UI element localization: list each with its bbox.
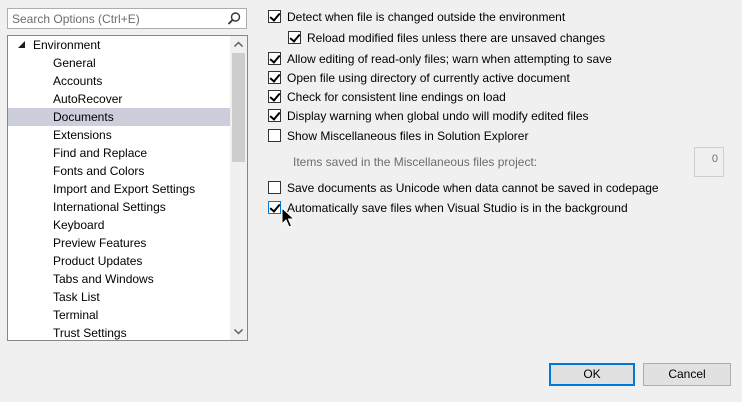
tree-item-label: Terminal <box>53 308 99 322</box>
tree-item-environment[interactable]: Environment <box>8 36 230 54</box>
tree-item-keyboard[interactable]: Keyboard <box>8 216 230 234</box>
tree-item-fonts-and-colors[interactable]: Fonts and Colors <box>8 162 230 180</box>
tree-item-documents[interactable]: Documents <box>8 108 230 126</box>
scroll-up-icon[interactable] <box>230 36 247 53</box>
tree-item-trust-settings[interactable]: Trust Settings <box>8 324 230 340</box>
option-label: Reload modified files unless there are u… <box>307 31 606 45</box>
tree-item-label: Environment <box>33 38 101 52</box>
tree-item-label: AutoRecover <box>53 92 123 106</box>
tree-item-label: Documents <box>53 110 114 124</box>
tree-item-find-and-replace[interactable]: Find and Replace <box>8 144 230 162</box>
tree-item-label: Trust Settings <box>53 326 127 340</box>
search-box[interactable] <box>7 8 247 29</box>
expanded-triangle-icon[interactable] <box>16 36 28 54</box>
tree-item-autorecover[interactable]: AutoRecover <box>8 90 230 108</box>
tree-item-accounts[interactable]: Accounts <box>8 72 230 90</box>
checkbox[interactable] <box>268 129 281 142</box>
tree-scrollbar[interactable] <box>230 36 247 340</box>
checkbox[interactable] <box>268 90 281 103</box>
tree-item-terminal[interactable]: Terminal <box>8 306 230 324</box>
options-tree[interactable]: Environment General Accounts AutoRecover… <box>7 35 248 341</box>
checkbox[interactable] <box>268 52 281 65</box>
option-label: Display warning when global undo will mo… <box>287 109 589 123</box>
tree-item-label: Extensions <box>53 128 112 142</box>
checkbox[interactable] <box>268 109 281 122</box>
tree-item-general[interactable]: General <box>8 54 230 72</box>
tree-item-task-list[interactable]: Task List <box>8 288 230 306</box>
misc-items-count-field: 0 <box>694 147 724 177</box>
option-label: Check for consistent line endings on loa… <box>287 90 506 104</box>
tree-item-extensions[interactable]: Extensions <box>8 126 230 144</box>
mouse-cursor-icon <box>281 206 296 229</box>
option-label: Open file using directory of currently a… <box>287 71 570 85</box>
tree-item-label: Import and Export Settings <box>53 182 196 196</box>
scroll-down-icon[interactable] <box>230 323 247 340</box>
tree-item-import-export-settings[interactable]: Import and Export Settings <box>8 180 230 198</box>
option-label: Automatically save files when Visual Stu… <box>287 201 628 215</box>
checkbox[interactable] <box>288 31 301 44</box>
tree-item-international-settings[interactable]: International Settings <box>8 198 230 216</box>
checkbox[interactable] <box>268 201 281 214</box>
tree-item-tabs-and-windows[interactable]: Tabs and Windows <box>8 270 230 288</box>
option-label: Save documents as Unicode when data cann… <box>287 181 659 195</box>
search-icon[interactable] <box>226 11 242 27</box>
checkbox[interactable] <box>268 181 281 194</box>
tree-item-preview-features[interactable]: Preview Features <box>8 234 230 252</box>
misc-items-label: Items saved in the Miscellaneous files p… <box>293 155 538 169</box>
scrollbar-thumb[interactable] <box>232 53 245 162</box>
tree-item-label: Find and Replace <box>53 146 148 160</box>
tree-item-label: Accounts <box>53 74 103 88</box>
option-label: Detect when file is changed outside the … <box>287 10 566 24</box>
search-input[interactable] <box>8 9 230 28</box>
checkbox[interactable] <box>268 71 281 84</box>
tree-item-label: Preview Features <box>53 236 147 250</box>
option-label: Allow editing of read-only files; warn w… <box>287 52 612 66</box>
cancel-button[interactable]: Cancel <box>643 363 731 386</box>
tree-item-label: Keyboard <box>53 218 105 232</box>
tree-item-label: Product Updates <box>53 254 143 268</box>
ok-button[interactable]: OK <box>549 363 635 386</box>
tree-item-label: International Settings <box>53 200 166 214</box>
tree-item-label: General <box>53 56 96 70</box>
tree-item-label: Fonts and Colors <box>53 164 145 178</box>
checkbox[interactable] <box>268 10 281 23</box>
option-label: Show Miscellaneous files in Solution Exp… <box>287 129 529 143</box>
tree-item-label: Tabs and Windows <box>53 272 154 286</box>
tree-item-product-updates[interactable]: Product Updates <box>8 252 230 270</box>
tree-item-label: Task List <box>53 290 100 304</box>
